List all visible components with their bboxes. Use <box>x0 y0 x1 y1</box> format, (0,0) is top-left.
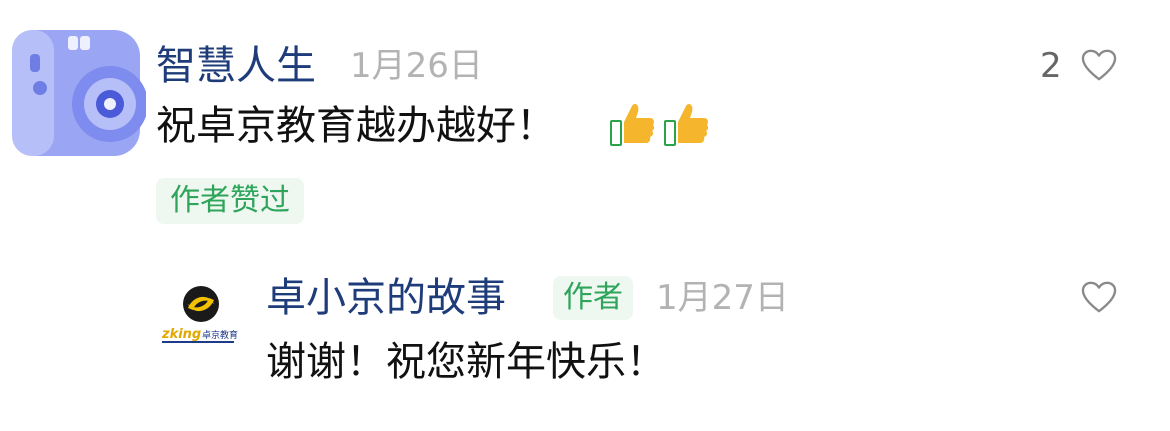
heart-icon[interactable] <box>1080 48 1118 82</box>
thumbs-up-icon <box>610 104 655 146</box>
svg-text:zking: zking <box>161 327 201 342</box>
comment-date: 1月26日 <box>350 46 483 86</box>
svg-text:卓京教育: 卓京教育 <box>202 329 238 341</box>
reply-text: 谢谢！祝您新年快乐！ <box>266 339 666 385</box>
avatar-camera-icon[interactable] <box>10 24 146 160</box>
comment-username[interactable]: 智慧人生 <box>156 42 316 90</box>
thumbs-up-icon <box>664 104 709 146</box>
reply-username[interactable]: 卓小京的故事 <box>266 274 506 322</box>
heart-icon[interactable] <box>1080 280 1118 314</box>
comment-like-count: 2 <box>1040 46 1062 86</box>
comment-text: 祝卓京教育越办越好！ <box>156 103 556 149</box>
author-tag: 作者 <box>553 276 633 320</box>
reply-date: 1月27日 <box>656 278 789 318</box>
author-liked-badge: 作者赞过 <box>156 178 304 224</box>
avatar-zking-logo-icon[interactable]: zking 卓京教育 <box>160 274 242 356</box>
